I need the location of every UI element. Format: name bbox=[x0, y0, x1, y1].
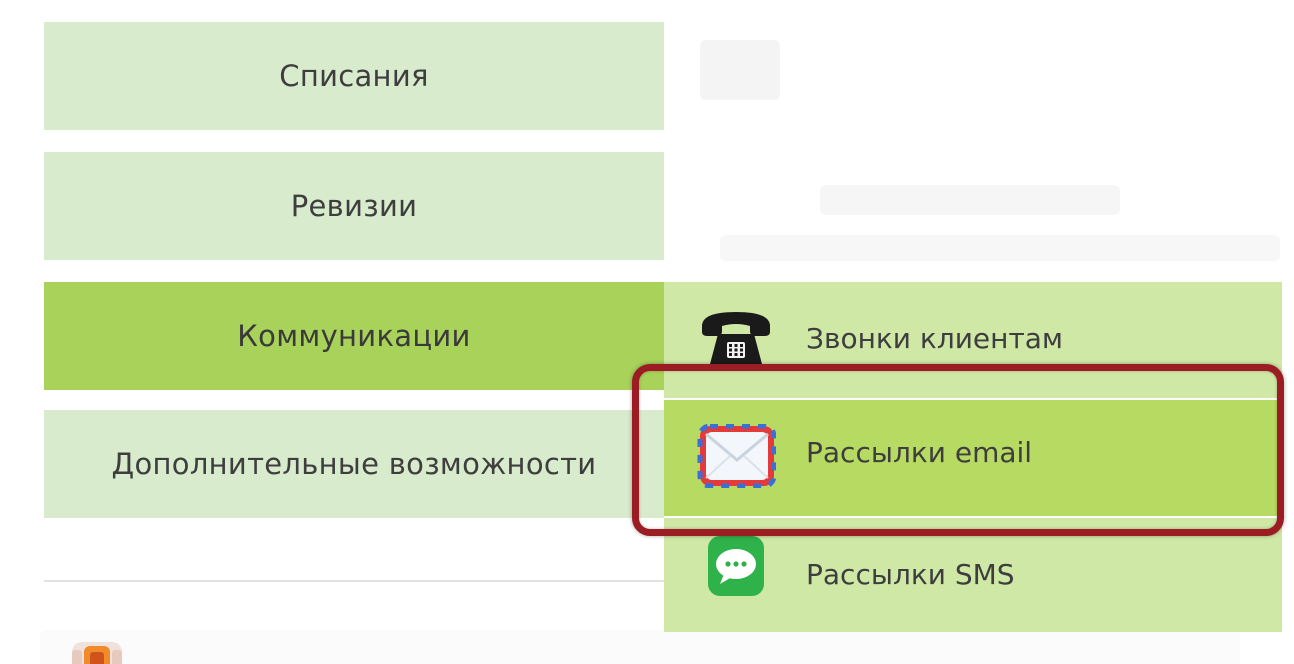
submenu-item-rassylki-sms[interactable]: Рассылки SMS bbox=[664, 518, 1282, 632]
menu-item-label: Списания bbox=[279, 59, 429, 93]
divider bbox=[44, 580, 664, 582]
submenu-item-label: Рассылки SMS bbox=[806, 558, 1015, 591]
submenu-item-zvonki-klientam[interactable]: Звонки клиентам bbox=[664, 282, 1282, 398]
background-ghost bbox=[40, 630, 1240, 664]
menu-item-label: Дополнительные возможности bbox=[111, 447, 597, 481]
screen: Списания Ревизии Коммуникации Дополнител… bbox=[0, 0, 1294, 664]
menu-item-kommunikatsii[interactable]: Коммуникации bbox=[44, 282, 664, 390]
background-ghost bbox=[700, 40, 780, 100]
menu-item-spisaniya[interactable]: Списания bbox=[44, 22, 664, 130]
phone-icon bbox=[702, 312, 770, 364]
background-ghost bbox=[820, 185, 1120, 215]
menu-item-dopolnitelnye-vozmozhnosti[interactable]: Дополнительные возможности bbox=[44, 410, 664, 518]
menu-item-label: Ревизии bbox=[290, 189, 418, 223]
submenu-item-label: Рассылки email bbox=[806, 436, 1033, 469]
submenu-item-label: Звонки клиентам bbox=[806, 322, 1064, 355]
menu-item-revizii[interactable]: Ревизии bbox=[44, 152, 664, 260]
partial-app-icon bbox=[72, 642, 122, 664]
menu-item-label: Коммуникации bbox=[237, 319, 471, 353]
envelope-icon bbox=[697, 424, 776, 488]
submenu-kommunikatsii: Звонки клиентам Рассылки email Рассылки bbox=[664, 282, 1282, 632]
submenu-item-rassylki-email[interactable]: Рассылки email bbox=[664, 398, 1282, 518]
background-ghost bbox=[720, 235, 1280, 261]
sms-chat-icon bbox=[708, 536, 764, 596]
